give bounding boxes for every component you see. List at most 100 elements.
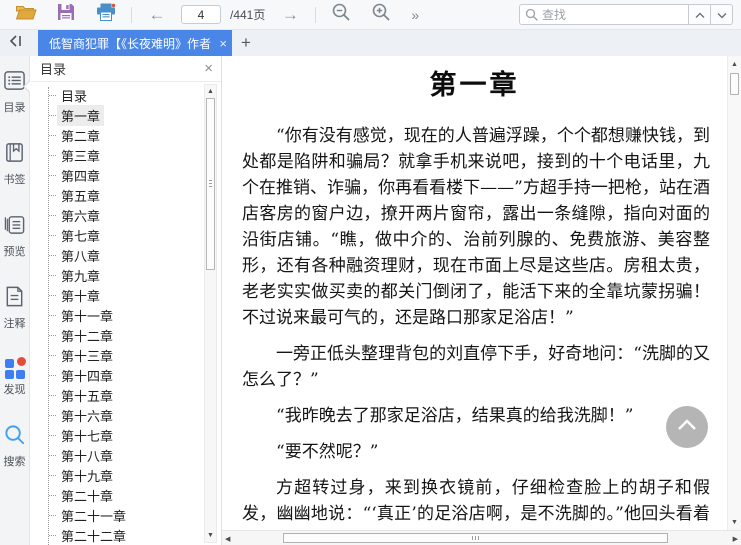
scroll-up-icon[interactable]: ▲: [205, 86, 216, 97]
toc-item[interactable]: 第九章: [30, 265, 221, 285]
page-number-input[interactable]: [181, 5, 221, 24]
paragraph: “要不然呢？”: [276, 442, 379, 462]
next-page-button[interactable]: →: [278, 3, 302, 27]
document-tab-title: 低智商犯罪【《长夜难明》作者: [49, 36, 212, 51]
sidebar-item-annotations[interactable]: 注释: [3, 285, 26, 331]
previous-page-button[interactable]: ←: [145, 3, 169, 27]
toc-item[interactable]: 第十章: [30, 285, 221, 305]
toc-item[interactable]: 第十七章: [30, 425, 221, 445]
toc-icon: [3, 69, 26, 97]
more-tools-button[interactable]: »: [411, 7, 419, 23]
toc-item[interactable]: 第十一章: [30, 305, 221, 325]
toc-list: 目录 第一章 第二章 第三章 第四章 第五章 第六章 第七章 第八章 第九章 第…: [30, 82, 221, 545]
open-file-button[interactable]: [14, 3, 38, 27]
chevron-up-icon: [677, 418, 697, 436]
sidebar-item-label: 书签: [3, 174, 26, 186]
horizontal-scrollbar-thumb[interactable]: [283, 533, 668, 543]
toc-item[interactable]: 第二章: [30, 125, 221, 145]
toc-item-label: 第九章: [61, 268, 101, 284]
save-floppy-icon: [57, 3, 75, 26]
search-icon: [525, 8, 538, 21]
document-view: 第一章 “你有没有感觉，现在的人普遍浮躁，个个都想赚快钱，到处都是陷阱和骗局？就…: [222, 56, 741, 545]
toc-item-label: 第十八章: [61, 448, 114, 464]
new-tab-button[interactable]: +: [232, 30, 260, 56]
zoom-in-button[interactable]: [369, 3, 393, 27]
toolbar: ← /441页 → »: [0, 0, 741, 30]
toc-item-label: 第十六章: [61, 408, 114, 424]
zoom-out-icon: [331, 2, 351, 27]
folder-open-icon: [15, 3, 37, 26]
toc-item[interactable]: 第十六章: [30, 405, 221, 425]
paragraph: 方超转过身，来到换衣镜前，仔细检查脸上的胡子和假发，幽幽地说：“‘真正’的足浴店…: [242, 478, 710, 524]
sidebar-item-search[interactable]: 搜索: [3, 423, 26, 469]
document-page: 第一章 “你有没有感觉，现在的人普遍浮躁，个个都想赚快钱，到处都是陷阱和骗局？就…: [222, 56, 727, 530]
toc-item[interactable]: 第十四章: [30, 365, 221, 385]
toc-item[interactable]: 第八章: [30, 245, 221, 265]
chevron-down-icon: [717, 6, 727, 24]
save-button[interactable]: [54, 3, 78, 27]
chapter-title: 第一章: [429, 70, 520, 100]
toc-item[interactable]: 第十三章: [30, 345, 221, 365]
scroll-down-icon[interactable]: ▼: [728, 519, 741, 526]
toc-item[interactable]: 第十九章: [30, 465, 221, 485]
sidebar-item-discover[interactable]: 发现: [4, 357, 26, 397]
toc-item[interactable]: 第十二章: [30, 325, 221, 345]
tab-close-icon[interactable]: ×: [219, 36, 227, 51]
toc-item[interactable]: 第六章: [30, 205, 221, 225]
document-tab[interactable]: 低智商犯罪【《长夜难明》作者 ×: [38, 30, 232, 56]
toc-item-label: 第四章: [61, 168, 101, 184]
sidebar-item-toc[interactable]: 目录: [3, 69, 26, 115]
sidebar-item-label: 发现: [3, 384, 26, 396]
scrollbar-grip: [209, 183, 212, 184]
find-input[interactable]: [542, 7, 683, 22]
zoom-out-button[interactable]: [329, 3, 353, 27]
vertical-scrollbar-thumb[interactable]: [730, 73, 739, 95]
scroll-down-icon[interactable]: ▼: [205, 530, 216, 541]
toc-item[interactable]: 第二十章: [30, 485, 221, 505]
back-to-top-button[interactable]: [666, 406, 708, 448]
toc-item[interactable]: 第五章: [30, 185, 221, 205]
sidebar-item-label: 搜索: [3, 456, 26, 468]
toc-item[interactable]: 第二十一章: [30, 505, 221, 525]
chapter-body: “你有没有感觉，现在的人普遍浮躁，个个都想赚快钱，到处都是陷阱和骗局？就拿手机来…: [242, 123, 710, 530]
toc-item-label: 第十七章: [61, 428, 114, 444]
scroll-up-icon[interactable]: ▲: [728, 61, 741, 68]
toc-item-label: 第十一章: [61, 308, 114, 324]
collapse-sidebar-button[interactable]: [0, 30, 32, 56]
toc-item-label: 第十二章: [61, 328, 114, 344]
sidebar-item-bookmarks[interactable]: 书签: [3, 141, 26, 187]
toc-item-label: 第五章: [61, 188, 101, 204]
find-input-box[interactable]: [519, 4, 689, 25]
toc-scrollbar[interactable]: ▲ ▼: [204, 84, 217, 543]
close-icon[interactable]: ×: [204, 61, 213, 76]
toc-panel-header: 目录 ×: [30, 56, 221, 82]
vertical-scrollbar[interactable]: ▲ ▼: [727, 56, 741, 530]
find-next-button[interactable]: [711, 4, 733, 25]
chevron-up-icon: [695, 6, 705, 24]
toc-item[interactable]: 第一章: [30, 104, 221, 126]
horizontal-scrollbar[interactable]: ◀ ▶: [222, 530, 741, 545]
toc-item-label: 第三章: [61, 148, 101, 164]
print-button[interactable]: [94, 3, 118, 27]
toc-item[interactable]: 目录: [30, 85, 221, 105]
toc-item[interactable]: 第二十二章: [30, 525, 221, 545]
toc-scrollbar-thumb[interactable]: [206, 98, 215, 270]
toc-item[interactable]: 第四章: [30, 165, 221, 185]
toc-item-label: 第二十章: [61, 488, 114, 504]
toc-item[interactable]: 第十五章: [30, 385, 221, 405]
scroll-left-icon[interactable]: ◀: [225, 535, 230, 543]
collapse-sidebar-icon: [8, 34, 24, 53]
toc-item[interactable]: 第十八章: [30, 445, 221, 465]
sidebar-item-preview[interactable]: 预览: [3, 213, 26, 259]
scroll-right-icon[interactable]: ▶: [733, 535, 738, 543]
toc-item[interactable]: 第三章: [30, 145, 221, 165]
toc-item-label: 第十章: [61, 288, 101, 304]
sidebar-item-label: 目录: [3, 102, 26, 114]
toc-item[interactable]: 第七章: [30, 225, 221, 245]
preview-icon: [3, 213, 26, 241]
back-arrow-icon: ←: [148, 5, 166, 24]
toc-item-label: 第二十一章: [61, 508, 127, 524]
toc-panel: 目录 × 目录 第一章 第二章 第三章 第四章 第五章 第六章 第七章 第八章 …: [23, 56, 222, 545]
find-previous-button[interactable]: [689, 4, 711, 25]
scrollbar-grip: [475, 536, 476, 540]
